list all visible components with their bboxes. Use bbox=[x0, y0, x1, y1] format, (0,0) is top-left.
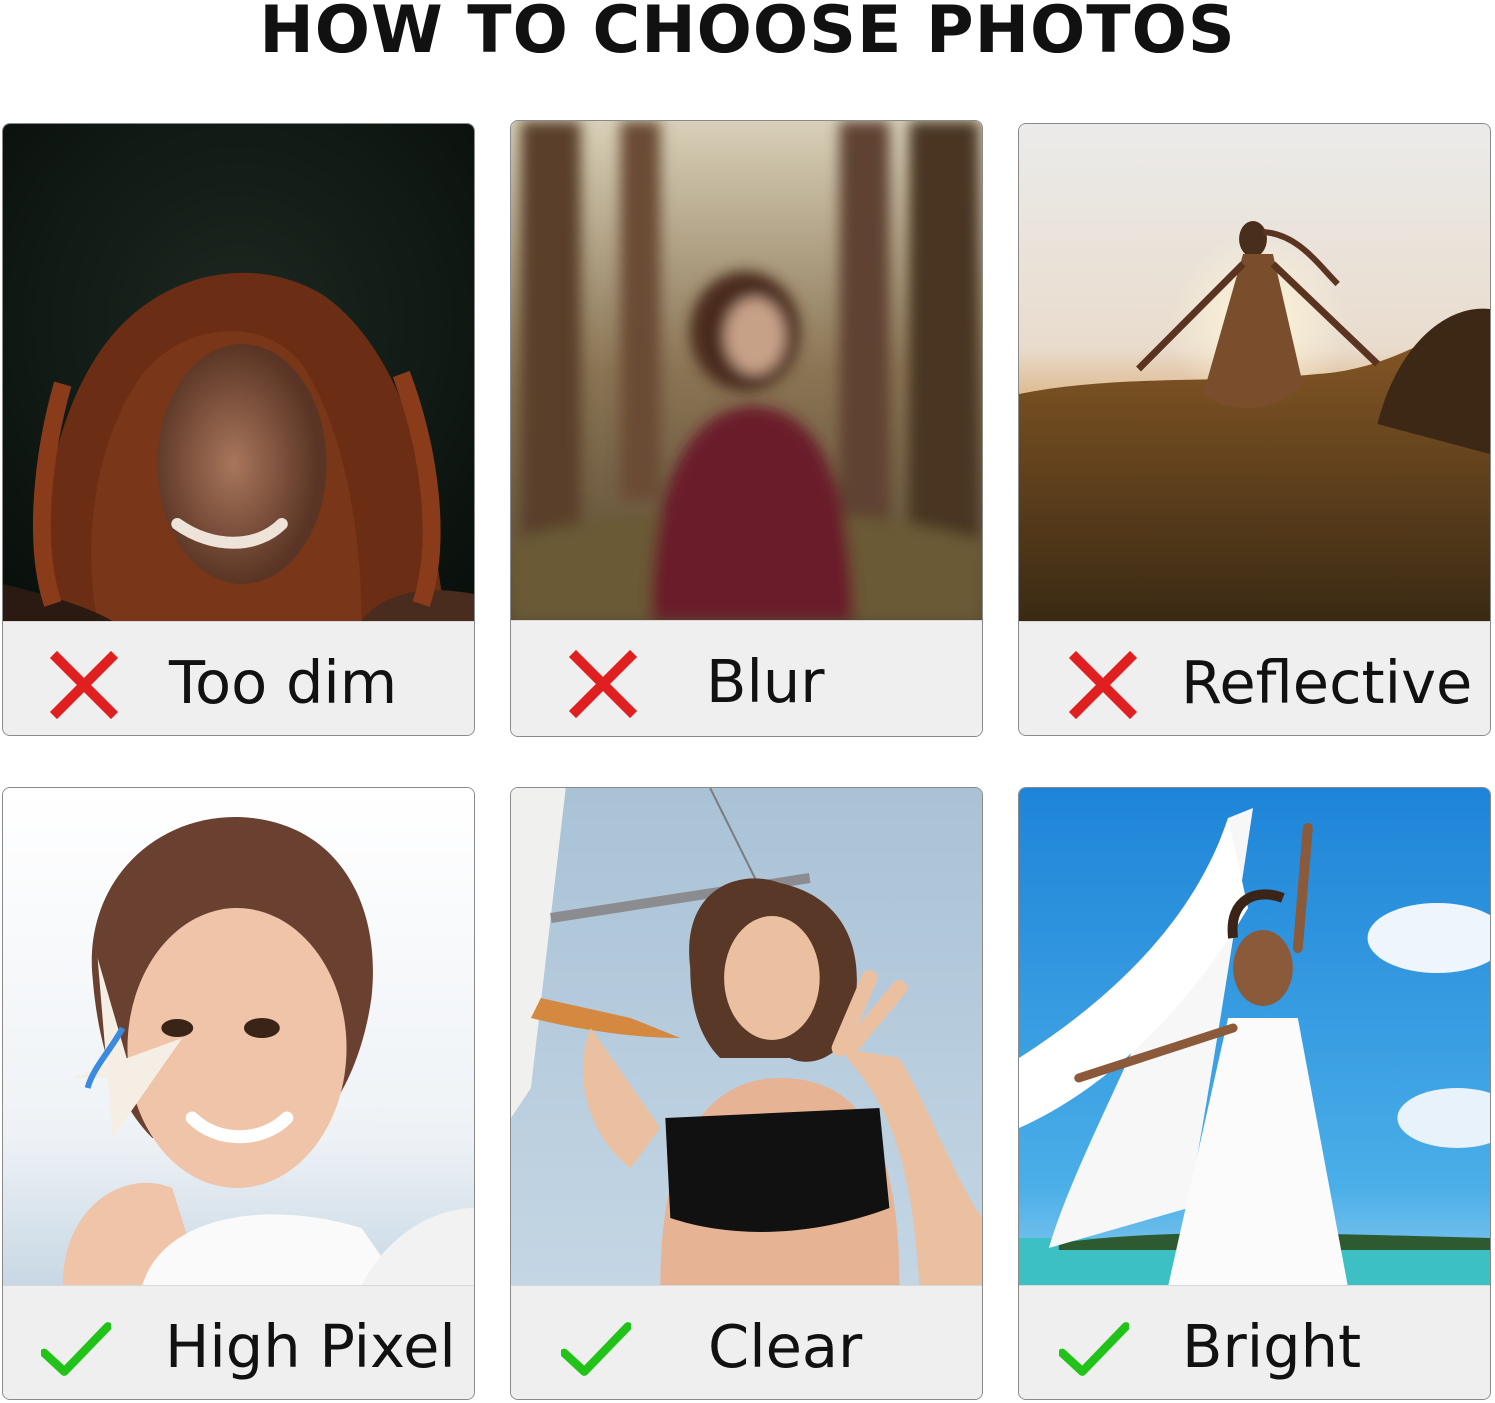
example-card-blur: Blur bbox=[510, 120, 983, 737]
photo-guide-page: HOW TO CHOOSE PHOTOS Too dim Blur Reflec… bbox=[0, 0, 1495, 1403]
check-icon bbox=[41, 1314, 111, 1384]
card-label: High Pixel bbox=[165, 1312, 456, 1381]
check-icon bbox=[561, 1314, 631, 1384]
example-card-too-dim: Too dim bbox=[2, 123, 475, 736]
check-icon bbox=[1059, 1314, 1129, 1384]
card-label: Bright bbox=[1182, 1312, 1362, 1381]
label-bar: Blur bbox=[511, 620, 982, 736]
card-label: Clear bbox=[708, 1312, 863, 1381]
card-label: Reflective bbox=[1181, 648, 1473, 717]
cross-icon bbox=[568, 649, 638, 719]
card-label: Blur bbox=[706, 647, 825, 716]
label-bar: Reflective bbox=[1019, 621, 1490, 735]
blurry-forest-photo bbox=[511, 121, 982, 620]
label-bar: Clear bbox=[511, 1285, 982, 1399]
label-bar: Too dim bbox=[3, 621, 474, 735]
example-card-reflective: Reflective bbox=[1018, 123, 1491, 736]
label-bar: High Pixel bbox=[3, 1285, 474, 1399]
example-card-high-pixel: High Pixel bbox=[2, 787, 475, 1400]
dim-portrait-photo bbox=[3, 124, 474, 621]
card-label: Too dim bbox=[169, 648, 398, 717]
label-bar: Bright bbox=[1019, 1285, 1490, 1399]
page-title: HOW TO CHOOSE PHOTOS bbox=[259, 0, 1236, 68]
cross-icon bbox=[1068, 650, 1138, 720]
cross-icon bbox=[49, 650, 119, 720]
example-card-bright: Bright bbox=[1018, 787, 1491, 1400]
backlit-sunset-photo bbox=[1019, 124, 1490, 621]
clear-sailboat-photo bbox=[511, 788, 982, 1285]
sharp-portrait-photo bbox=[3, 788, 474, 1285]
bright-beach-photo bbox=[1019, 788, 1490, 1285]
example-card-clear: Clear bbox=[510, 787, 983, 1400]
